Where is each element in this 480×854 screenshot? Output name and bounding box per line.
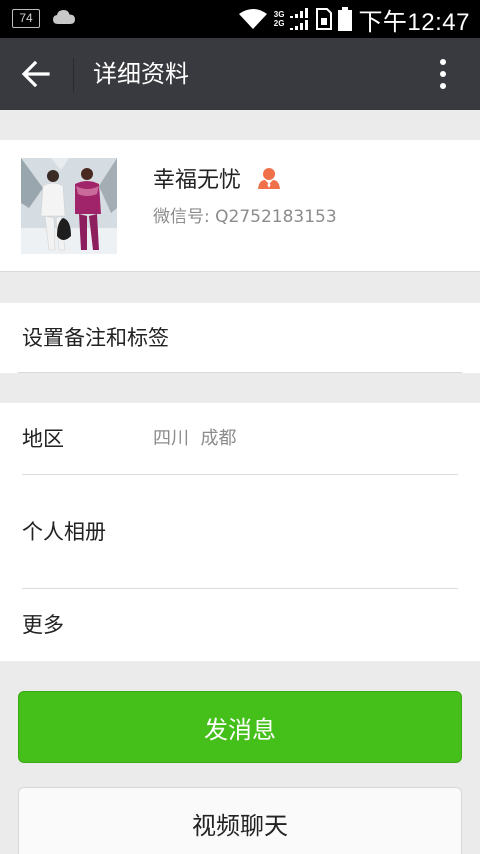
- battery-icon: [338, 7, 353, 31]
- divider: [18, 372, 462, 373]
- network-type-3g: 3G: [273, 10, 285, 19]
- more-vertical-icon: [440, 71, 446, 77]
- arrow-left-icon: [22, 61, 50, 87]
- set-remark-and-tags-row[interactable]: 设置备注和标签: [0, 303, 480, 373]
- wechat-id: 微信号: Q2752183153: [153, 207, 337, 227]
- more-label: 更多: [22, 613, 64, 637]
- personal-album-row[interactable]: 个人相册: [0, 475, 480, 589]
- set-remark-and-tags-label: 设置备注和标签: [22, 326, 169, 350]
- battery-level-badge: 74: [12, 9, 40, 28]
- network-type: 3G 2G: [274, 10, 285, 28]
- region-row: 地区 四川 成都: [0, 403, 480, 475]
- send-message-button[interactable]: 发消息: [18, 691, 462, 763]
- region-label: 地区: [22, 427, 64, 451]
- more-row[interactable]: 更多: [0, 589, 480, 661]
- page-title: 详细资料: [93, 60, 189, 88]
- clock: 下午12:47: [358, 8, 470, 36]
- more-options-button[interactable]: [428, 56, 458, 92]
- title-divider: [73, 58, 74, 92]
- status-bar: 74 3G 2G 下午12:47: [0, 0, 480, 38]
- profile-card[interactable]: 幸福无忧 微信号: Q2752183153: [0, 140, 480, 272]
- cloud-icon: [53, 10, 75, 24]
- avatar[interactable]: [21, 158, 117, 254]
- network-type-2g: 2G: [273, 19, 285, 28]
- more-vertical-icon: [440, 83, 446, 89]
- back-button[interactable]: [14, 54, 58, 94]
- video-chat-button[interactable]: 视频聊天: [18, 787, 462, 854]
- person-icon: [258, 168, 281, 189]
- contact-name: 幸福无忧: [153, 168, 242, 193]
- wifi-icon: [238, 9, 267, 29]
- signal-icon: [290, 8, 309, 30]
- avatar-photo: [21, 158, 117, 254]
- more-vertical-icon: [440, 59, 446, 65]
- personal-album-label: 个人相册: [22, 520, 106, 544]
- sim-card-icon: [316, 8, 333, 30]
- info-group: 地区 四川 成都 个人相册 更多: [0, 403, 480, 661]
- title-bar: 详细资料: [0, 38, 480, 110]
- region-value: 四川 成都: [153, 428, 237, 449]
